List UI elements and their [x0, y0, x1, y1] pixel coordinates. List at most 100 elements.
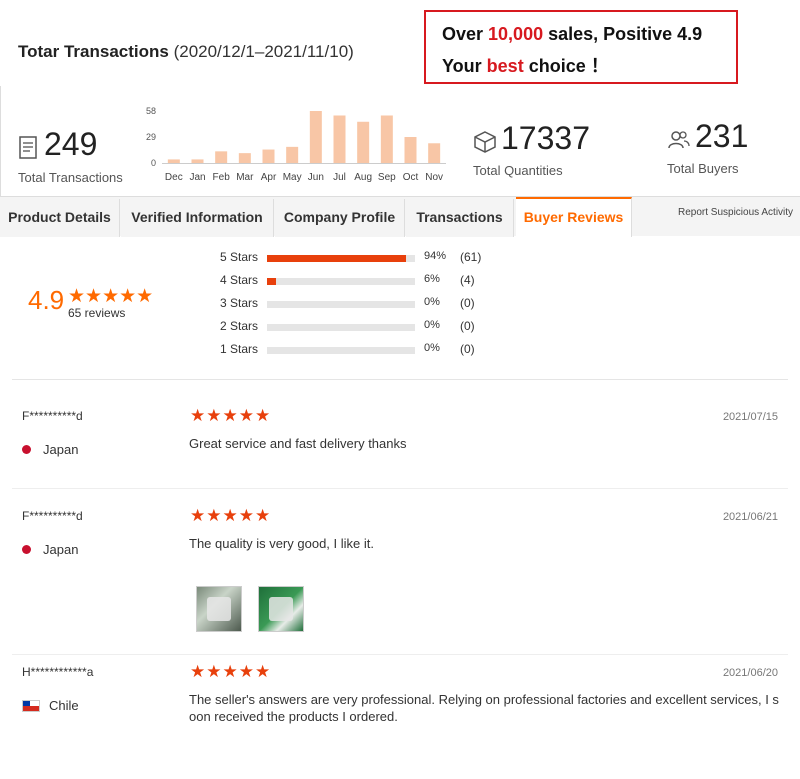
- chart-bar: [262, 149, 275, 163]
- x-tick-label: Nov: [425, 172, 443, 183]
- review-stars: ★★★★★: [190, 662, 272, 681]
- document-icon: [18, 135, 40, 166]
- tab-verified-information[interactable]: Verified Information: [121, 199, 274, 237]
- reviewer-country: Japan: [22, 542, 78, 557]
- rating-percent: 94%: [424, 250, 447, 262]
- transactions-date-range: (2020/12/1–2021/11/10): [173, 42, 354, 61]
- rating-percent: 6%: [424, 273, 440, 285]
- stat-value: 249: [44, 126, 98, 162]
- rating-percent: 0%: [424, 342, 440, 354]
- tab-transactions[interactable]: Transactions: [406, 199, 514, 237]
- japan-flag-icon: [22, 445, 31, 455]
- box-icon: [473, 130, 497, 159]
- stat-total-buyers: 231 Total Buyers: [667, 118, 748, 176]
- report-suspicious-activity-link[interactable]: Report Suspicious Activity: [678, 207, 793, 218]
- x-tick-label: Dec: [165, 172, 183, 183]
- rating-bar-track: [267, 324, 415, 331]
- review-text: The seller's answers are very profession…: [189, 692, 779, 724]
- promo-line-1: Over 10,000 sales, Positive 4.9: [442, 18, 736, 50]
- review-photo-thumbnail[interactable]: [196, 586, 242, 632]
- chart-bar: [215, 151, 228, 163]
- tab-product-details[interactable]: Product Details: [0, 199, 120, 237]
- stat-value: 17337: [501, 120, 590, 156]
- promo-text: sales, Positive 4.9: [543, 24, 703, 44]
- tab-buyer-reviews[interactable]: Buyer Reviews: [516, 197, 632, 237]
- review-item: H************a Chile ★★★★★ 2021/06/20 Th…: [12, 657, 788, 757]
- divider: [0, 86, 1, 196]
- stat-label: Total Quantities: [473, 163, 563, 179]
- y-tick-label: 0: [151, 158, 156, 168]
- rating-count: (0): [460, 319, 475, 333]
- promo-banner: Over 10,000 sales, Positive 4.9 Your bes…: [424, 10, 738, 84]
- country-name: Japan: [43, 542, 79, 557]
- stat-value: 231: [695, 118, 749, 154]
- x-tick-label: Feb: [213, 172, 231, 183]
- rating-percent: 0%: [424, 296, 440, 308]
- rating-count: (0): [460, 342, 475, 356]
- chart-bar: [309, 111, 322, 163]
- tab-bar: Product Details Verified Information Com…: [0, 196, 800, 237]
- star-level-label: 3 Stars: [219, 296, 258, 310]
- country-name: Japan: [43, 442, 79, 457]
- review-count: 65 reviews: [68, 306, 126, 320]
- japan-flag-icon: [22, 545, 31, 555]
- average-rating-stars: ★★★★★: [68, 286, 154, 307]
- x-tick-label: Apr: [261, 172, 277, 183]
- review-item: F**********d Japan ★★★★★ 2021/06/21 The …: [12, 491, 788, 655]
- rating-bar-track: [267, 278, 415, 285]
- review-photo-thumbnail[interactable]: [258, 586, 304, 632]
- x-tick-label: Jan: [189, 172, 205, 183]
- reviewer-country: Chile: [22, 698, 79, 713]
- average-rating: 4.9: [28, 285, 65, 315]
- x-tick-label: May: [283, 172, 302, 183]
- rating-count: (0): [460, 296, 475, 310]
- x-tick-label: Oct: [403, 172, 419, 183]
- chart-bar: [333, 115, 346, 163]
- promo-text: Your: [442, 56, 487, 76]
- rating-percent: 0%: [424, 319, 440, 331]
- promo-line-2: Your best choice ！: [442, 50, 736, 82]
- rating-bar-track: [267, 255, 415, 262]
- x-tick-label: Sep: [378, 172, 396, 183]
- review-date: 2021/06/20: [722, 667, 778, 679]
- country-name: Chile: [49, 698, 79, 713]
- review-text: Great service and fast delivery thanks: [189, 436, 407, 451]
- chart-bar: [238, 153, 251, 163]
- stat-label: Total Transactions: [18, 170, 123, 186]
- rating-count: (61): [460, 250, 482, 264]
- chart-bar: [428, 143, 441, 163]
- x-tick-label: Aug: [354, 172, 372, 183]
- promo-highlight: best: [486, 56, 524, 76]
- chart-bar: [357, 121, 370, 163]
- y-tick-label: 58: [146, 106, 156, 116]
- review-stars: ★★★★★: [190, 506, 272, 525]
- star-level-label: 2 Stars: [219, 319, 258, 333]
- rating-summary: 4.9 ★★★★★ 65 reviews 5 Stars 94% (61) 4 Sta…: [12, 240, 788, 380]
- rating-bar-fill: [267, 278, 276, 285]
- rating-count: (4): [460, 273, 475, 287]
- reviewer-country: Japan: [22, 442, 78, 457]
- rating-bar-fill: [267, 255, 407, 262]
- review-date: 2021/07/15: [722, 411, 778, 423]
- x-tick-label: Jun: [308, 172, 324, 183]
- chart-bar: [380, 115, 393, 163]
- review-item: F**********d Japan ★★★★★ 2021/07/15 Grea…: [12, 392, 788, 489]
- promo-text: Over: [442, 24, 489, 44]
- chart-bar: [286, 146, 299, 163]
- rating-bar-track: [267, 347, 415, 354]
- chart-bar: [191, 159, 204, 163]
- x-tick-label: Mar: [236, 172, 254, 183]
- stat-total-transactions: 249 Total Transactions: [18, 126, 123, 185]
- y-tick-label: 29: [146, 132, 156, 142]
- review-stars: ★★★★★: [190, 406, 272, 425]
- stat-label: Total Buyers: [667, 161, 739, 177]
- promo-text: choice ！: [523, 56, 609, 76]
- reviewer-name: F**********d: [22, 509, 83, 523]
- chile-flag-icon: [22, 699, 40, 712]
- rating-bar-track: [267, 301, 415, 308]
- chart-bar: [404, 137, 417, 163]
- tab-company-profile[interactable]: Company Profile: [275, 199, 405, 237]
- reviewer-name: H************a: [22, 665, 94, 679]
- transactions-header: Totar Transactions (2020/12/1–2021/11/10…: [18, 42, 354, 62]
- users-icon: [667, 128, 691, 157]
